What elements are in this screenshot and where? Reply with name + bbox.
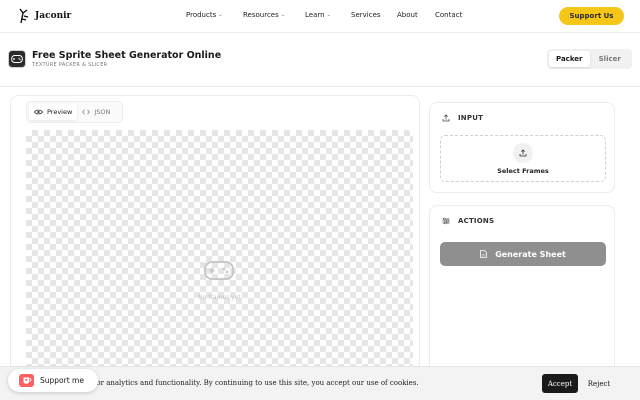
gamepad-icon — [8, 50, 26, 68]
accept-cookies-button[interactable]: Accept — [542, 374, 578, 393]
nav-contact[interactable]: Contact — [435, 11, 462, 19]
chevron-down-icon: ⌄ — [218, 12, 223, 18]
nav-services-label: Services — [351, 11, 381, 19]
actions-heading: ACTIONS — [442, 217, 494, 225]
preview-tabs: Preview JSON — [26, 101, 123, 123]
logo-mark-icon — [19, 8, 29, 24]
page-title: Free Sprite Sheet Generator Online — [32, 50, 222, 61]
nav-contact-label: Contact — [435, 11, 463, 19]
sliders-icon — [442, 217, 450, 225]
tab-preview[interactable]: Preview — [29, 104, 78, 120]
frames-dropzone[interactable]: Select Frames — [440, 135, 606, 182]
preview-panel: Preview JSON No frames yet — [10, 95, 420, 395]
actions-heading-label: ACTIONS — [458, 217, 495, 225]
input-heading-label: INPUT — [458, 114, 484, 122]
brand-logo[interactable]: Jaconir — [17, 8, 71, 24]
code-icon — [82, 109, 91, 115]
generate-sheet-button[interactable]: Generate Sheet — [440, 242, 606, 266]
tool-header: Free Sprite Sheet Generator Online TEXTU… — [0, 42, 640, 76]
tab-json[interactable]: JSON — [77, 104, 115, 120]
nav-learn[interactable]: Learn ⌄ — [305, 11, 331, 19]
nav-resources[interactable]: Resources ⌄ — [243, 11, 285, 19]
generate-sheet-label: Generate Sheet — [495, 249, 566, 259]
nav-about[interactable]: About — [397, 11, 418, 19]
chevron-down-icon: ⌄ — [326, 12, 331, 18]
upload-icon — [442, 114, 450, 122]
nav-products-label: Products — [186, 11, 217, 19]
nav-about-label: About — [397, 11, 418, 19]
mode-slicer-tab[interactable]: Slicer — [590, 51, 631, 67]
sprite-canvas[interactable]: No frames yet — [26, 130, 413, 370]
brand-name: Jaconir — [35, 11, 72, 21]
coffee-cup-icon — [19, 374, 34, 387]
empty-state-text: No frames yet — [198, 294, 241, 301]
tab-preview-label: Preview — [47, 108, 73, 116]
select-frames-label: Select Frames — [497, 167, 549, 175]
input-panel: INPUT Select Frames — [429, 102, 615, 193]
mode-packer-tab[interactable]: Packer — [549, 51, 590, 67]
nav-services[interactable]: Services — [351, 11, 381, 19]
top-nav: Jaconir Products ⌄ Resources ⌄ Learn ⌄ S… — [0, 0, 640, 33]
tab-json-label: JSON — [94, 108, 111, 116]
support-us-button[interactable]: Support Us — [559, 7, 624, 25]
nav-resources-label: Resources — [243, 11, 279, 19]
chevron-down-icon: ⌄ — [280, 12, 285, 18]
reject-cookies-button[interactable]: Reject — [584, 374, 614, 393]
support-me-widget[interactable]: Support me — [8, 369, 98, 392]
nav-products[interactable]: Products ⌄ — [186, 11, 222, 19]
cookie-message: s for analytics and functionality. By co… — [88, 379, 419, 387]
input-heading: INPUT — [442, 114, 483, 122]
mode-switch: Packer Slicer — [547, 49, 632, 69]
support-me-label: Support me — [40, 376, 84, 385]
eye-icon — [34, 109, 43, 115]
nav-learn-label: Learn — [305, 11, 325, 19]
upload-icon — [513, 143, 533, 163]
gamepad-icon — [204, 261, 234, 280]
page-subtitle: TEXTURE PACKER & SLICER — [32, 62, 108, 68]
file-icon — [480, 250, 488, 258]
section-divider — [0, 86, 640, 87]
